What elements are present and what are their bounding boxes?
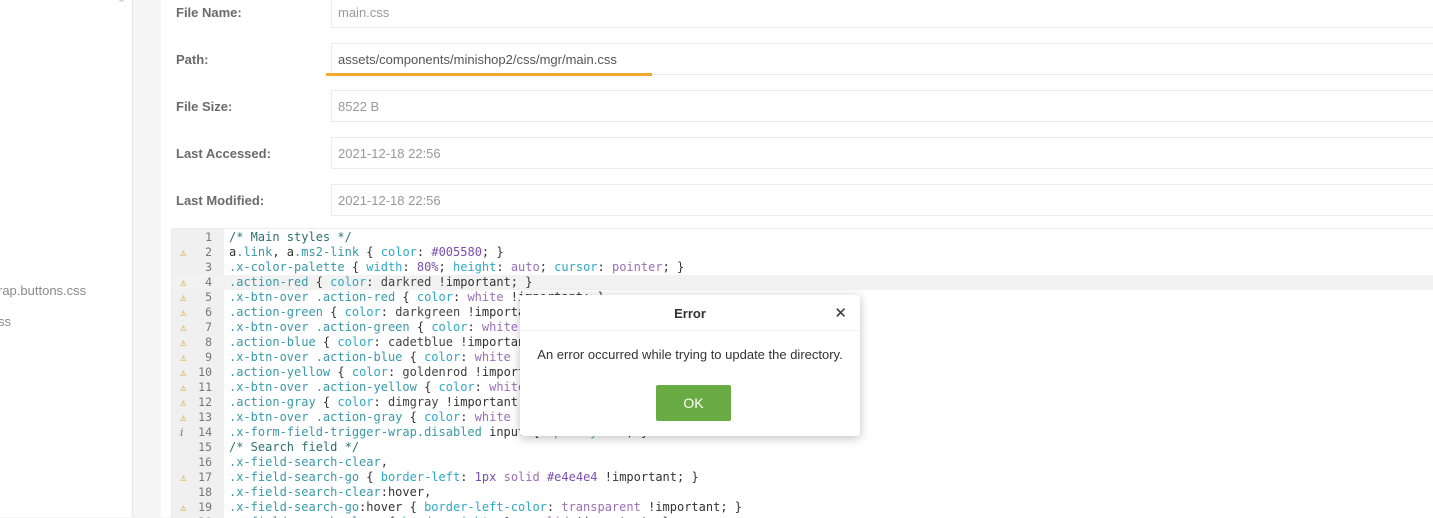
line-number: 7 — [205, 320, 212, 334]
dialog-message: An error occurred while trying to update… — [537, 347, 843, 362]
code-text: .x-field-search-clear:hover, — [229, 485, 432, 499]
last-modified-field[interactable]: 2021-12-18 22:56 — [331, 184, 1433, 216]
last-accessed-row: Last Accessed: 2021-12-18 22:56 — [161, 137, 1433, 171]
sidebar-file-item[interactable]: rap.buttons.css — [0, 283, 86, 298]
warning-icon: ⚠ — [180, 501, 187, 514]
file-size-field[interactable]: 8522 B — [331, 90, 1433, 122]
line-number: 1 — [205, 230, 212, 244]
last-modified-row: Last Modified: 2021-12-18 22:56 — [161, 184, 1433, 218]
warning-icon: ⚠ — [180, 396, 187, 409]
file-name-row: File Name: main.css — [161, 0, 1433, 30]
sidebar: « rap.buttons.css ss — [0, 0, 133, 517]
line-number: 19 — [198, 500, 212, 514]
ok-button[interactable]: OK — [656, 385, 731, 421]
path-label: Path: — [176, 52, 209, 67]
code-text: .x-field-search-go { border-left: 1px so… — [229, 470, 699, 484]
line-number: 8 — [205, 335, 212, 349]
code-line[interactable]: 1 /* Main styles */ — [172, 230, 1433, 245]
line-number: 16 — [198, 455, 212, 469]
line-number: 6 — [205, 305, 212, 319]
dialog-title: Error — [674, 306, 706, 321]
file-name-label: File Name: — [176, 5, 242, 20]
line-number: 13 — [198, 410, 212, 424]
code-text: .action-yellow { color: goldenrod !impor… — [229, 365, 569, 379]
path-focus-underline — [326, 73, 652, 76]
path-row: Path: assets/components/minishop2/css/mg… — [161, 43, 1433, 77]
code-text: /* Main styles */ — [229, 230, 352, 244]
close-icon[interactable]: ✕ — [834, 304, 847, 322]
code-text: .action-gray { color: dimgray !important… — [229, 395, 540, 409]
warning-icon: ⚠ — [180, 291, 187, 304]
line-number: 3 — [205, 260, 212, 274]
warning-icon: ⚠ — [180, 321, 187, 334]
last-modified-label: Last Modified: — [176, 193, 265, 208]
dialog-divider — [520, 330, 860, 331]
line-number: 4 — [205, 275, 212, 289]
code-line[interactable]: 18 .x-field-search-clear:hover, — [172, 485, 1433, 500]
code-text: /* Search field */ — [229, 440, 360, 454]
warning-icon: ⚠ — [180, 471, 187, 484]
line-number: 12 — [198, 395, 212, 409]
code-text: .x-field-search-clear, — [229, 455, 388, 469]
code-text: .x-color-palette { width: 80%; height: a… — [229, 260, 685, 274]
code-line[interactable]: ⚠ 19 .x-field-search-go:hover { border-lef… — [172, 500, 1433, 515]
code-text: .action-blue { color: cadetblue !importa… — [229, 335, 555, 349]
line-number: 5 — [205, 290, 212, 304]
sidebar-file-item[interactable]: ss — [0, 314, 11, 329]
warning-icon: ⚠ — [180, 411, 187, 424]
code-text: .action-green { color: darkgreen !import… — [229, 305, 562, 319]
code-text: .x-field-search-go:hover { border-left-c… — [229, 500, 742, 514]
line-number: 11 — [198, 380, 212, 394]
warning-icon: ⚠ — [180, 246, 187, 259]
path-field[interactable]: assets/components/minishop2/css/mgr/main… — [331, 43, 1433, 75]
file-name-field[interactable]: main.css — [331, 0, 1433, 28]
file-size-row: File Size: 8522 B — [161, 90, 1433, 124]
line-number: 14 — [198, 425, 212, 439]
line-number: 9 — [205, 350, 212, 364]
warning-icon: ⚠ — [180, 366, 187, 379]
code-text: .action-red { color: darkred !important;… — [229, 275, 533, 289]
info-icon: i — [180, 426, 184, 439]
collapse-icon[interactable]: « — [118, 0, 124, 5]
code-line[interactable]: 15 /* Search field */ — [172, 440, 1433, 455]
line-number: 10 — [198, 365, 212, 379]
code-line[interactable]: ⚠ 4 .action-red { color: darkred !importan… — [172, 275, 1433, 290]
last-accessed-label: Last Accessed: — [176, 146, 271, 161]
error-dialog: Error ✕ An error occurred while trying t… — [520, 295, 860, 436]
code-line[interactable]: 16 .x-field-search-clear, — [172, 455, 1433, 470]
line-number: 2 — [205, 245, 212, 259]
warning-icon: ⚠ — [180, 306, 187, 319]
code-line[interactable]: ⚠ 17 .x-field-search-go { border-left: 1px… — [172, 470, 1433, 485]
line-number: 17 — [198, 470, 212, 484]
code-text: a.link, a.ms2-link { color: #005580; } — [229, 245, 504, 259]
line-number: 15 — [198, 440, 212, 454]
code-line[interactable]: 3 .x-color-palette { width: 80%; height: … — [172, 260, 1433, 275]
warning-icon: ⚠ — [180, 276, 187, 289]
file-size-label: File Size: — [176, 99, 233, 114]
warning-icon: ⚠ — [180, 381, 187, 394]
line-number: 18 — [198, 485, 212, 499]
warning-icon: ⚠ — [180, 336, 187, 349]
last-accessed-field[interactable]: 2021-12-18 22:56 — [331, 137, 1433, 169]
code-line[interactable]: ⚠ 2 a.link, a.ms2-link { color: #005580; } — [172, 245, 1433, 260]
warning-icon: ⚠ — [180, 351, 187, 364]
